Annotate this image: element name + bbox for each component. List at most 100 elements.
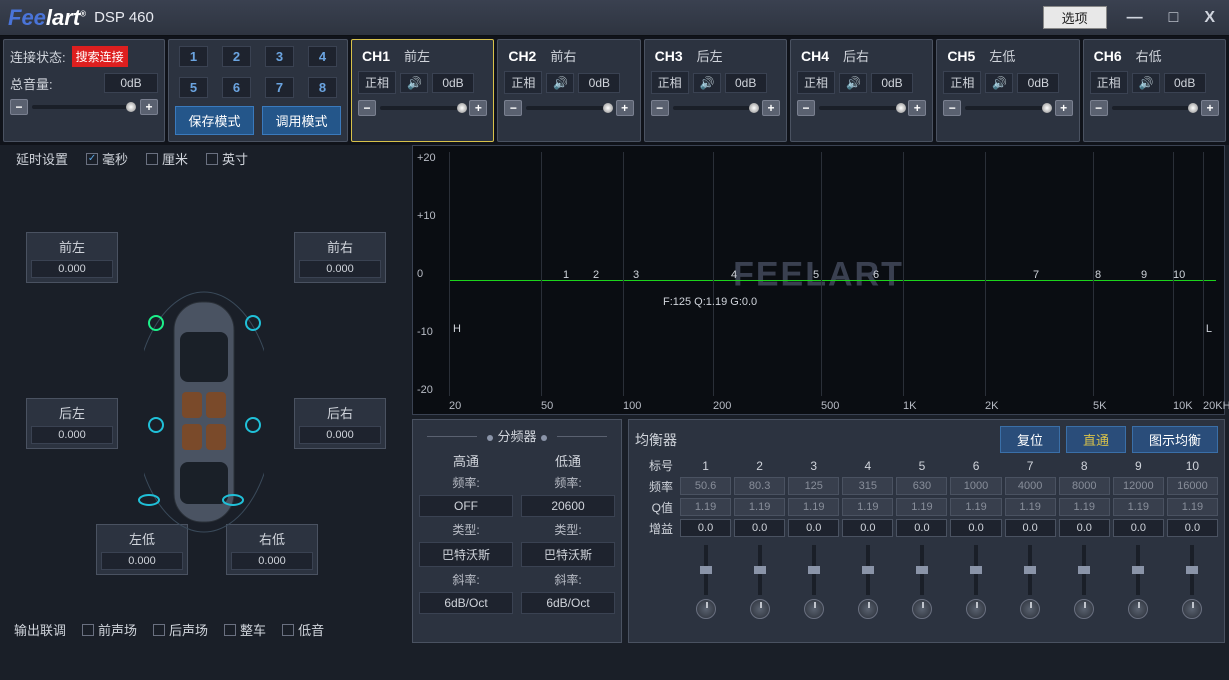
eq-gain-slider-6[interactable] bbox=[974, 545, 978, 595]
link-whole[interactable]: 整车 bbox=[224, 620, 266, 639]
mute-icon[interactable]: 🔊 bbox=[546, 73, 574, 93]
eq-q-knob-4[interactable] bbox=[858, 599, 878, 619]
unit-inch[interactable]: 英寸 bbox=[206, 149, 248, 168]
phase-button[interactable]: 正相 bbox=[1090, 71, 1128, 94]
phase-button[interactable]: 正相 bbox=[358, 71, 396, 94]
maximize-icon[interactable]: □ bbox=[1163, 9, 1185, 27]
lp-freq[interactable]: 20600 bbox=[521, 495, 615, 517]
eq-gain-7[interactable]: 0.0 bbox=[1005, 519, 1056, 537]
eq-gain-slider-7[interactable] bbox=[1028, 545, 1032, 595]
ch-plus[interactable]: + bbox=[469, 100, 487, 116]
ch-minus[interactable]: − bbox=[943, 100, 961, 116]
ch-minus[interactable]: − bbox=[651, 100, 669, 116]
preset-4[interactable]: 4 bbox=[308, 46, 337, 67]
ch-plus[interactable]: + bbox=[1055, 100, 1073, 116]
eq-point-4[interactable]: 4 bbox=[731, 269, 737, 281]
channel-CH5[interactable]: CH5左低正相🔊0dB−+ bbox=[936, 39, 1079, 142]
eq-q-5[interactable]: 1.19 bbox=[896, 498, 947, 516]
ch-slider[interactable] bbox=[526, 106, 611, 110]
lp-type[interactable]: 巴特沃斯 bbox=[521, 542, 615, 567]
eq-q-knob-7[interactable] bbox=[1020, 599, 1040, 619]
mute-icon[interactable]: 🔊 bbox=[985, 73, 1013, 93]
speaker-rr[interactable]: 后右0.000 bbox=[294, 398, 386, 449]
phase-button[interactable]: 正相 bbox=[943, 71, 981, 94]
eq-freq-1[interactable]: 50.6 bbox=[680, 477, 731, 495]
channel-CH2[interactable]: CH2前右正相🔊0dB−+ bbox=[497, 39, 640, 142]
eq-gain-slider-10[interactable] bbox=[1190, 545, 1194, 595]
phase-button[interactable]: 正相 bbox=[504, 71, 542, 94]
ch-plus[interactable]: + bbox=[908, 100, 926, 116]
unit-ms[interactable]: 毫秒 bbox=[86, 149, 128, 168]
ch-plus[interactable]: + bbox=[762, 100, 780, 116]
eq-gain-2[interactable]: 0.0 bbox=[734, 519, 785, 537]
eq-freq-8[interactable]: 8000 bbox=[1059, 477, 1110, 495]
preset-5[interactable]: 5 bbox=[179, 77, 208, 98]
eq-freq-5[interactable]: 630 bbox=[896, 477, 947, 495]
eq-gain-slider-4[interactable] bbox=[866, 545, 870, 595]
ch-plus[interactable]: + bbox=[616, 100, 634, 116]
eq-point-9[interactable]: 9 bbox=[1141, 269, 1147, 281]
ch-minus[interactable]: − bbox=[1090, 100, 1108, 116]
eq-point-6[interactable]: 6 bbox=[873, 269, 879, 281]
recall-mode-button[interactable]: 调用模式 bbox=[262, 106, 341, 135]
eq-gain-6[interactable]: 0.0 bbox=[950, 519, 1001, 537]
master-vol-minus[interactable]: − bbox=[10, 99, 28, 115]
preset-2[interactable]: 2 bbox=[222, 46, 251, 67]
eq-q-knob-5[interactable] bbox=[912, 599, 932, 619]
unit-cm[interactable]: 厘米 bbox=[146, 149, 188, 168]
ch-slider[interactable] bbox=[673, 106, 758, 110]
eq-q-7[interactable]: 1.19 bbox=[1005, 498, 1056, 516]
channel-CH6[interactable]: CH6右低正相🔊0dB−+ bbox=[1083, 39, 1226, 142]
ch-slider[interactable] bbox=[380, 106, 465, 110]
eq-point-2[interactable]: 2 bbox=[593, 269, 599, 281]
eq-gain-slider-1[interactable] bbox=[704, 545, 708, 595]
master-vol-plus[interactable]: + bbox=[140, 99, 158, 115]
eq-freq-2[interactable]: 80.3 bbox=[734, 477, 785, 495]
preset-8[interactable]: 8 bbox=[308, 77, 337, 98]
close-icon[interactable]: X bbox=[1198, 9, 1221, 27]
hp-type[interactable]: 巴特沃斯 bbox=[419, 542, 513, 567]
lp-slope[interactable]: 6dB/Oct bbox=[521, 592, 615, 614]
preset-1[interactable]: 1 bbox=[179, 46, 208, 67]
ch-minus[interactable]: − bbox=[504, 100, 522, 116]
eq-gain-3[interactable]: 0.0 bbox=[788, 519, 839, 537]
eq-gain-slider-5[interactable] bbox=[920, 545, 924, 595]
link-front[interactable]: 前声场 bbox=[82, 620, 137, 639]
preset-7[interactable]: 7 bbox=[265, 77, 294, 98]
eq-q-knob-6[interactable] bbox=[966, 599, 986, 619]
eq-gain-9[interactable]: 0.0 bbox=[1113, 519, 1164, 537]
eq-q-knob-3[interactable] bbox=[804, 599, 824, 619]
eq-gain-8[interactable]: 0.0 bbox=[1059, 519, 1110, 537]
mute-icon[interactable]: 🔊 bbox=[839, 73, 867, 93]
eq-q-8[interactable]: 1.19 bbox=[1059, 498, 1110, 516]
preset-3[interactable]: 3 bbox=[265, 46, 294, 67]
phase-button[interactable]: 正相 bbox=[651, 71, 689, 94]
mute-icon[interactable]: 🔊 bbox=[693, 73, 721, 93]
eq-bypass-button[interactable]: 直通 bbox=[1066, 426, 1126, 453]
mute-icon[interactable]: 🔊 bbox=[1132, 73, 1160, 93]
eq-point-10[interactable]: 10 bbox=[1173, 269, 1185, 281]
eq-q-6[interactable]: 1.19 bbox=[950, 498, 1001, 516]
eq-point-3[interactable]: 3 bbox=[633, 269, 639, 281]
channel-CH3[interactable]: CH3后左正相🔊0dB−+ bbox=[644, 39, 787, 142]
master-vol-slider[interactable] bbox=[32, 105, 136, 109]
eq-freq-10[interactable]: 16000 bbox=[1167, 477, 1218, 495]
eq-q-knob-2[interactable] bbox=[750, 599, 770, 619]
ch-minus[interactable]: − bbox=[797, 100, 815, 116]
eq-gain-5[interactable]: 0.0 bbox=[896, 519, 947, 537]
eq-q-knob-9[interactable] bbox=[1128, 599, 1148, 619]
channel-CH1[interactable]: CH1前左正相🔊0dB−+ bbox=[351, 39, 494, 142]
eq-point-5[interactable]: 5 bbox=[813, 269, 819, 281]
search-connection-button[interactable]: 搜索连接 bbox=[72, 46, 128, 67]
options-button[interactable]: 选项 bbox=[1043, 6, 1107, 29]
link-rear[interactable]: 后声场 bbox=[153, 620, 208, 639]
ch-slider[interactable] bbox=[965, 106, 1050, 110]
link-bass[interactable]: 低音 bbox=[282, 620, 324, 639]
channel-CH4[interactable]: CH4后右正相🔊0dB−+ bbox=[790, 39, 933, 142]
response-graph[interactable]: FEELART -20-100+10+2020501002005001K2K5K… bbox=[412, 145, 1225, 415]
eq-gain-4[interactable]: 0.0 bbox=[842, 519, 893, 537]
ch-slider[interactable] bbox=[819, 106, 904, 110]
eq-point-1[interactable]: 1 bbox=[563, 269, 569, 281]
minimize-icon[interactable]: — bbox=[1121, 9, 1149, 27]
eq-q-knob-8[interactable] bbox=[1074, 599, 1094, 619]
